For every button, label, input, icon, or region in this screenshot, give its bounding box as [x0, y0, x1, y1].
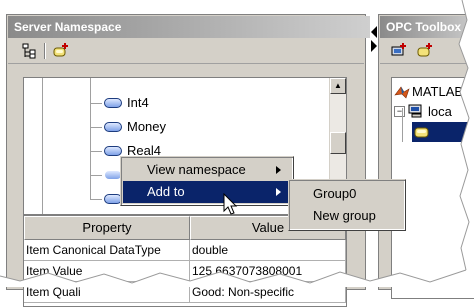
- namespace-item-icon: [104, 98, 122, 108]
- property-cell: Item Quali: [24, 282, 190, 303]
- tree-item-matlab[interactable]: MATLAB: [394, 82, 474, 102]
- column-header-property[interactable]: Property: [24, 216, 190, 240]
- context-menu: View namespace Add to: [120, 156, 294, 206]
- submenu-arrow-icon: [276, 188, 281, 196]
- add-group-icon[interactable]: [416, 42, 434, 60]
- tree-connector: [90, 103, 102, 104]
- tree-connector: [90, 151, 102, 152]
- mouse-pointer-icon: [223, 192, 239, 220]
- tree-item-host[interactable]: − loca: [394, 102, 474, 122]
- add-item-icon[interactable]: [52, 42, 70, 60]
- value-cell: double: [190, 240, 346, 261]
- screenshot-stage: Server Namespace Int4 Money Real4 ▲ Prop…: [0, 0, 474, 307]
- menu-item-add-to[interactable]: Add to: [123, 181, 289, 203]
- menu-item-group0[interactable]: Group0: [291, 183, 401, 205]
- matlab-logo-icon: [394, 84, 410, 103]
- submenu-arrow-icon: [276, 166, 281, 174]
- tree-item-group-selected[interactable]: [412, 122, 474, 142]
- tree-item-label: Money: [127, 119, 167, 134]
- collapse-left-arrow-icon[interactable]: [371, 26, 377, 38]
- menu-item-label: New group: [313, 208, 376, 223]
- property-cell: Item Value: [24, 261, 190, 282]
- computer-host-icon: [408, 103, 424, 122]
- tree-connector: [90, 199, 102, 200]
- namespace-item-icon: [104, 122, 122, 132]
- add-host-icon[interactable]: [390, 42, 408, 60]
- tree-guide-line: [402, 108, 403, 142]
- scroll-thumb[interactable]: [330, 132, 346, 154]
- value-cell: 125.6637073808001: [190, 261, 346, 282]
- collapse-toggle-icon[interactable]: −: [394, 106, 405, 117]
- namespace-toolbar: [8, 39, 364, 64]
- server-namespace-panel: Server Namespace Int4 Money Real4 ▲ Prop…: [6, 14, 370, 307]
- tree-item-label: MATLAB: [412, 84, 464, 99]
- property-cell: Item Canonical DataType: [24, 240, 190, 261]
- tree-item-label: Int4: [127, 95, 149, 110]
- menu-item-new-group[interactable]: New group: [291, 205, 401, 227]
- add-to-submenu: Group0 New group: [288, 179, 406, 231]
- menu-item-view-namespace[interactable]: View namespace: [123, 159, 289, 181]
- panel-title: Server Namespace: [8, 16, 370, 38]
- menu-item-label: Add to: [147, 184, 185, 199]
- tree-item-label: loca: [428, 104, 452, 119]
- value-cell: Good: Non-specific: [190, 282, 346, 303]
- menu-item-label: View namespace: [147, 162, 246, 177]
- tree-connector: [90, 127, 102, 128]
- namespace-item-icon: [104, 146, 122, 156]
- group-icon: [414, 125, 430, 142]
- tree-connector: [90, 175, 102, 176]
- scroll-up-button[interactable]: ▲: [330, 78, 346, 94]
- hierarchy-view-icon[interactable]: [20, 42, 38, 60]
- panel-title: OPC Toolbox: [380, 16, 474, 38]
- tree-item[interactable]: Int4: [24, 92, 324, 114]
- menu-item-label: Group0: [313, 186, 357, 201]
- expand-right-arrow-icon[interactable]: [371, 40, 377, 52]
- toolbox-toolbar: [380, 39, 474, 64]
- toolbar-separator: [44, 43, 46, 59]
- tree-item[interactable]: Money: [24, 116, 324, 138]
- opc-toolbox-panel: OPC Toolbox MATLAB − loca: [378, 14, 474, 299]
